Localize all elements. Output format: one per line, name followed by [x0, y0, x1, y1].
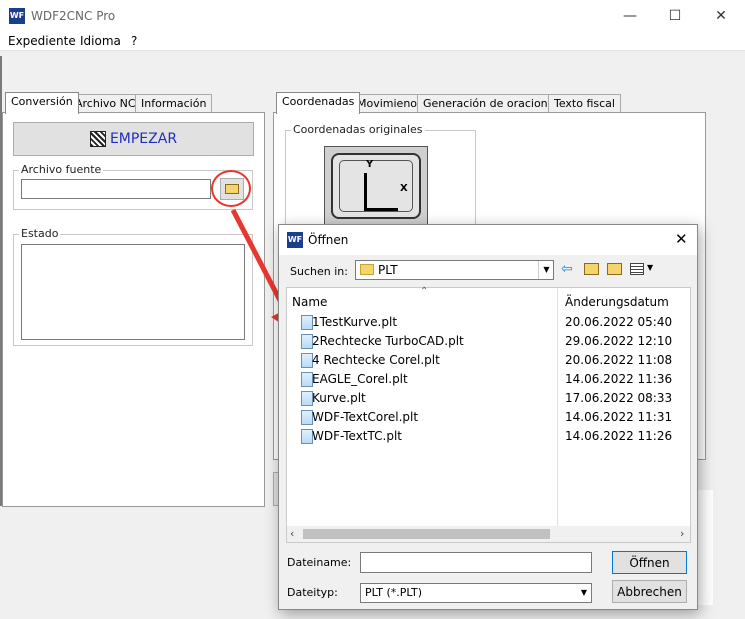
file-row[interactable]: 4 Rechtecke Corel.plt 20.06.2022 11:08 [287, 351, 691, 370]
file-name: 2Rechtecke TurboCAD.plt [312, 334, 464, 348]
file-name: Kurve.plt [312, 391, 366, 405]
filetype-select[interactable]: PLT (*.PLT) ▼ [360, 583, 592, 603]
file-date: 17.06.2022 08:33 [565, 391, 673, 405]
scroll-left-icon[interactable]: ‹ [290, 527, 294, 540]
column-header-date[interactable]: Änderungsdatum [565, 295, 669, 309]
open-button[interactable]: Öffnen [612, 551, 687, 574]
dialog-close-button[interactable]: ✕ [675, 230, 688, 248]
folder-icon [360, 264, 374, 275]
look-in-dropdown-icon[interactable]: ▼ [538, 261, 554, 279]
new-folder-icon[interactable] [607, 263, 622, 275]
file-date: 20.06.2022 11:08 [565, 353, 673, 367]
scroll-right-icon[interactable]: › [680, 527, 684, 540]
up-folder-icon[interactable] [584, 263, 599, 275]
file-date: 29.06.2022 12:10 [565, 334, 673, 348]
file-row[interactable]: Kurve.plt 17.06.2022 08:33 [287, 389, 691, 408]
dialog-title: Öffnen [308, 233, 349, 247]
filetype-label: Dateityp: [287, 586, 338, 599]
dialog-app-icon: WF [287, 232, 303, 248]
file-row[interactable]: WDF-TextCorel.plt 14.06.2022 11:31 [287, 408, 691, 427]
horizontal-scrollbar[interactable]: ‹ › [287, 526, 690, 542]
file-date: 20.06.2022 05:40 [565, 315, 673, 329]
file-row[interactable]: WDF-TextTC.plt 14.06.2022 11:26 [287, 427, 691, 446]
file-list: ⌃ Name Änderungsdatum 1TestKurve.plt 20.… [286, 286, 691, 543]
file-date: 14.06.2022 11:36 [565, 372, 673, 386]
file-name: WDF-TextCorel.plt [312, 410, 419, 424]
look-in-label: Suchen in: [290, 265, 348, 278]
sort-ascending-icon: ⌃ [420, 286, 429, 297]
tab-coordenadas[interactable]: Coordenadas [276, 92, 361, 114]
file-name: WDF-TextTC.plt [312, 429, 402, 443]
file-row[interactable]: 2Rechtecke TurboCAD.plt 29.06.2022 12:10 [287, 332, 691, 351]
look-in-select[interactable]: PLT ▼ [355, 260, 554, 280]
tab-conversion[interactable]: Conversión [5, 92, 79, 114]
filename-label: Dateiname: [287, 556, 352, 569]
filetype-value: PLT (*.PLT) [365, 586, 423, 599]
back-icon[interactable]: ⇦ [561, 261, 573, 277]
view-menu-icon[interactable] [630, 263, 644, 275]
file-name: EAGLE_Corel.plt [312, 372, 408, 386]
view-dropdown-icon[interactable]: ▼ [647, 263, 653, 272]
file-date: 14.06.2022 11:31 [565, 410, 673, 424]
cancel-button[interactable]: Abbrechen [612, 580, 687, 603]
file-row[interactable]: EAGLE_Corel.plt 14.06.2022 11:36 [287, 370, 691, 389]
filename-input[interactable] [360, 552, 592, 573]
open-dialog: WF Öffnen ✕ Suchen in: PLT ▼ ⇦ ▼ ⌃ Name … [278, 224, 698, 610]
dialog-title-bar: WF Öffnen ✕ [279, 225, 697, 255]
file-row[interactable]: 1TestKurve.plt 20.06.2022 05:40 [287, 313, 691, 332]
file-name: 4 Rechtecke Corel.plt [312, 353, 440, 367]
column-header-name[interactable]: Name [292, 295, 327, 309]
scrollbar-thumb[interactable] [303, 529, 550, 539]
filetype-dropdown-icon[interactable]: ▼ [576, 584, 592, 602]
file-date: 14.06.2022 11:26 [565, 429, 673, 443]
look-in-value: PLT [378, 263, 398, 277]
file-name: 1TestKurve.plt [312, 315, 398, 329]
